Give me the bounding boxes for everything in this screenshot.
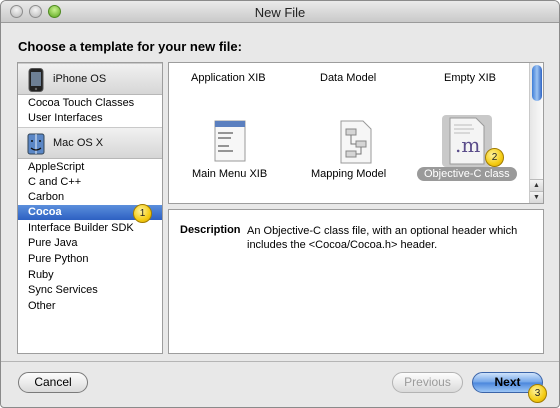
group-header-iphone-os[interactable]: iPhone OS xyxy=(18,63,162,95)
sidebar-item-pure-python[interactable]: Pure Python xyxy=(18,252,162,267)
finder-icon xyxy=(27,133,45,155)
sidebar-item-c-and-cpp[interactable]: C and C++ xyxy=(18,175,162,190)
menu-xib-icon xyxy=(214,120,246,162)
sidebar-item-carbon[interactable]: Carbon xyxy=(18,190,162,205)
description-text: An Objective-C class file, with an optio… xyxy=(247,225,518,251)
sidebar-item-ruby[interactable]: Ruby xyxy=(18,268,162,283)
sidebar-item-applescript[interactable]: AppleScript xyxy=(18,160,162,175)
new-file-window: New File Choose a template for your new … xyxy=(0,0,560,408)
template-grid-scrollbar[interactable]: ▲ ▼ xyxy=(529,63,543,203)
cancel-button[interactable]: Cancel xyxy=(18,372,88,393)
scroll-up-arrow-icon[interactable]: ▲ xyxy=(530,179,543,191)
callout-badge: 3 xyxy=(528,384,547,403)
scroll-down-arrow-icon[interactable]: ▼ xyxy=(530,191,543,203)
template-empty-xib[interactable]: Empty XIB xyxy=(444,72,496,84)
template-mapping-model[interactable]: Mapping Model xyxy=(311,168,386,180)
title-bar: New File xyxy=(1,1,559,23)
template-objective-c-class[interactable]: Objective-C class xyxy=(417,167,517,181)
template-main-menu-xib[interactable]: Main Menu XIB xyxy=(192,168,267,180)
sidebar-item-user-interfaces[interactable]: User Interfaces xyxy=(18,111,162,126)
sidebar-item-other[interactable]: Other xyxy=(18,299,162,314)
template-grid[interactable]: Application XIB Data Model Empty XIB Mai… xyxy=(168,62,544,204)
group-header-mac-os-x[interactable]: Mac OS X xyxy=(18,127,162,159)
template-data-model[interactable]: Data Model xyxy=(320,72,376,84)
description-label: Description xyxy=(180,224,241,236)
description-panel: Description An Objective-C class file, w… xyxy=(168,209,544,354)
footer-divider xyxy=(1,361,559,362)
window-title: New File xyxy=(254,5,306,20)
callout-badge: 1 xyxy=(133,204,152,223)
sidebar-item-interface-builder-sdk[interactable]: Interface Builder SDK xyxy=(18,221,162,236)
sidebar-item-sync-services[interactable]: Sync Services xyxy=(18,283,162,298)
previous-button[interactable]: Previous xyxy=(392,372,463,393)
template-application-xib[interactable]: Application XIB xyxy=(191,72,266,84)
objc-icon-glyph: .m xyxy=(455,133,481,157)
sidebar-item-pure-java[interactable]: Pure Java xyxy=(18,236,162,251)
scrollbar-thumb[interactable] xyxy=(532,65,542,101)
iphone-icon xyxy=(28,68,44,92)
callout-badge: 2 xyxy=(485,148,504,167)
group-label: Mac OS X xyxy=(53,137,104,149)
mapping-model-icon xyxy=(340,120,372,164)
page-heading: Choose a template for your new file: xyxy=(18,39,242,54)
sidebar-item-cocoa-touch-classes[interactable]: Cocoa Touch Classes xyxy=(18,96,162,111)
group-label: iPhone OS xyxy=(53,73,107,85)
